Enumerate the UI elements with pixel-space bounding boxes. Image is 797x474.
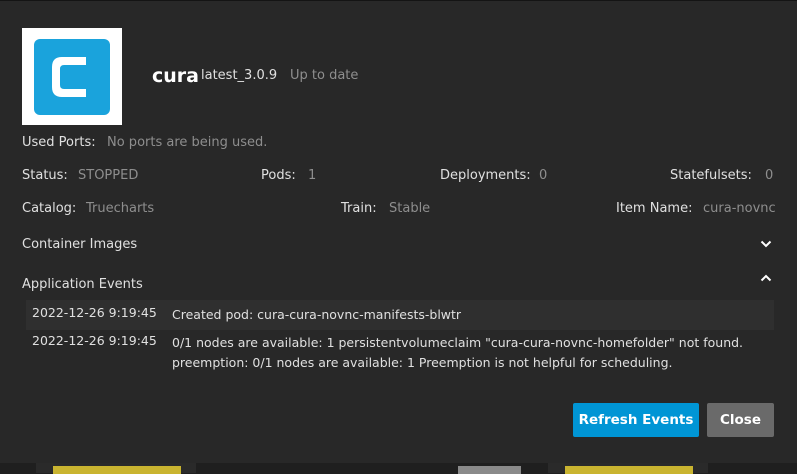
events-table: 2022-12-26 9:19:45 Created pod: cura-cur… <box>26 300 774 380</box>
item-name-value: cura-novnc <box>703 201 776 216</box>
deployments-value: 0 <box>539 168 548 183</box>
app-details-dialog: cura latest_3.0.9 Up to date Used Ports:… <box>0 1 797 463</box>
container-images-toggle[interactable]: Container Images <box>22 237 137 252</box>
app-version: latest_3.0.9 <box>201 68 278 83</box>
status-label: Status: <box>22 168 68 183</box>
status-value: STOPPED <box>78 168 139 183</box>
catalog-label: Catalog: <box>22 201 77 216</box>
refresh-events-button[interactable]: Refresh Events <box>573 403 699 437</box>
statefulsets-value: 0 <box>765 168 774 183</box>
train-label: Train: <box>341 201 377 216</box>
pods-label: Pods: <box>261 168 296 183</box>
event-time: 2022-12-26 9:19:45 <box>32 333 157 348</box>
item-name-label: Item Name: <box>616 201 693 216</box>
cura-logo-icon <box>22 28 122 125</box>
update-status: Up to date <box>290 68 359 83</box>
used-ports-label: Used Ports: <box>22 135 96 150</box>
train-value: Stable <box>389 201 431 216</box>
catalog-value: Truecharts <box>86 201 155 216</box>
deployments-label: Deployments: <box>440 168 531 183</box>
pods-value: 1 <box>308 168 317 183</box>
event-message: 0/1 nodes are available: 1 persistentvol… <box>172 335 744 370</box>
chevron-up-icon[interactable] <box>760 272 772 284</box>
event-message: Created pod: cura-cura-novnc-manifests-b… <box>172 307 462 322</box>
statefulsets-label: Statefulsets: <box>670 168 752 183</box>
used-ports-value: No ports are being used. <box>107 135 268 150</box>
table-row: 2022-12-26 9:19:45 Created pod: cura-cur… <box>26 300 774 330</box>
table-row: 2022-12-26 9:19:45 0/1 nodes are availab… <box>26 330 774 380</box>
application-events-toggle[interactable]: Application Events <box>22 277 143 292</box>
chevron-down-icon[interactable] <box>760 238 772 250</box>
close-button[interactable]: Close <box>707 403 774 437</box>
event-time: 2022-12-26 9:19:45 <box>32 305 157 320</box>
app-name: cura <box>152 65 199 87</box>
